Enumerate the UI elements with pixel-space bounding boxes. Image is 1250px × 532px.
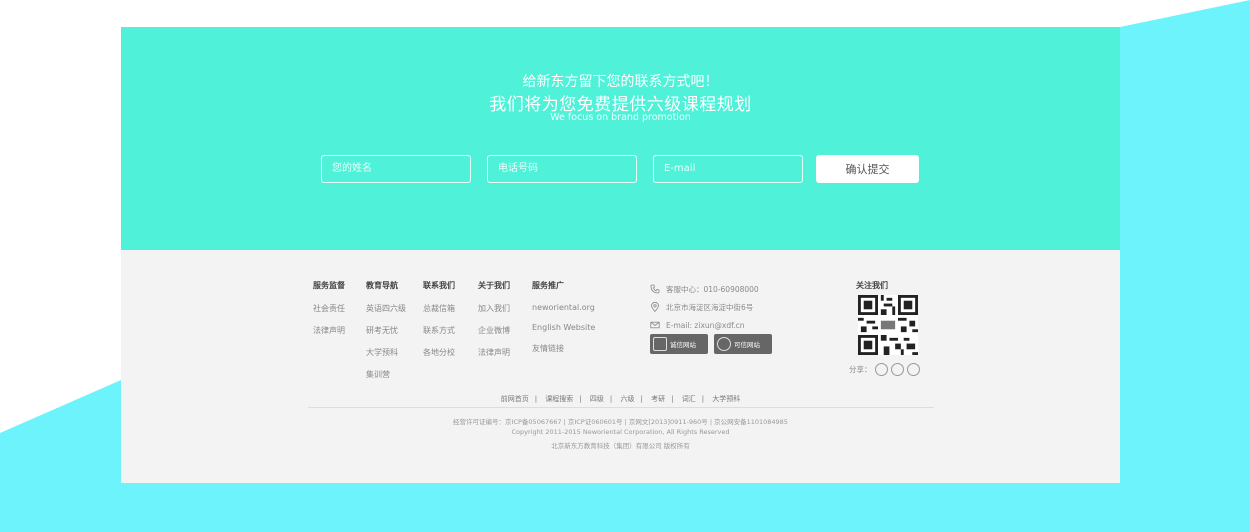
footer: 服务监督 社会责任 法律声明 教育导航 英语四六级 研考无忧 大学预科 集训营 … [121, 250, 1120, 483]
footer-link[interactable]: 社会责任 [313, 303, 345, 314]
weibo-icon[interactable] [874, 363, 888, 376]
tencent-icon[interactable] [890, 363, 904, 376]
column-head: 教育导航 [366, 280, 398, 290]
footer-column-education: 教育导航 英语四六级 研考无忧 大学预科 集训营 [366, 280, 406, 391]
share-bar: 分享： [849, 363, 920, 376]
footer-link[interactable]: 企业微博 [478, 325, 510, 336]
contact-info: 客服中心：010-60908000 北京市海淀区海淀中街6号 E-mail: z… [650, 280, 759, 334]
footer-link[interactable]: 法律声明 [313, 325, 345, 336]
contact-email-text: E-mail: zixun@xdf.cn [666, 320, 745, 330]
footer-nav-links: 前网首页 | 课程搜索 | 四级 | 六级 | 考研 | 词汇 | 大学预科 [500, 395, 741, 403]
footer-link[interactable]: 友情链接 [532, 343, 595, 354]
footer-divider [308, 407, 934, 408]
footer-link[interactable]: 联系方式 [423, 325, 455, 336]
footer-nav-link[interactable]: 课程搜索 [545, 395, 573, 403]
contact-address: 北京市海淀区海淀中街6号 [650, 298, 759, 316]
follow-us-label: 关注我们 [856, 280, 888, 290]
trust-badges: 诚信网站 可信网站 [650, 334, 772, 354]
footer-link[interactable]: English Website [532, 323, 595, 332]
contact-email: E-mail: zixun@xdf.cn [650, 316, 759, 334]
footer-link[interactable]: 总裁信箱 [423, 303, 455, 314]
verified-icon [717, 337, 731, 351]
phone-input[interactable] [487, 155, 637, 183]
footer-nav-link[interactable]: 前网首页 [501, 395, 529, 403]
hero-line-1: 给新东方留下您的联系方式吧！ [522, 74, 719, 90]
star-icon[interactable] [906, 363, 920, 376]
content-card: 给新东方留下您的联系方式吧！ 我们将为您免费提供六级课程规划 We focus … [121, 27, 1120, 483]
mail-icon [650, 321, 660, 329]
footer-nav-link[interactable]: 六级 [621, 395, 635, 403]
hero-line-3: We focus on brand promotion [550, 112, 691, 123]
contact-phone-text: 客服中心：010-60908000 [666, 284, 759, 294]
shield-icon [653, 337, 667, 351]
contact-address-text: 北京市海淀区海淀中街6号 [666, 302, 754, 312]
license-text: 经营许可证编号：京ICP备05067667 | 京ICP证060601号 | 京… [453, 418, 788, 426]
footer-link[interactable]: 加入我们 [478, 303, 510, 314]
footer-column-contact: 联系我们 总裁信箱 联系方式 各地分校 [423, 280, 455, 369]
share-label: 分享： [849, 365, 872, 374]
qr-code-icon [858, 295, 918, 355]
column-head: 联系我们 [423, 280, 455, 290]
footer-nav-link[interactable]: 考研 [651, 395, 665, 403]
footer-column-about: 关于我们 加入我们 企业微博 法律声明 [478, 280, 510, 369]
footer-nav-link[interactable]: 词汇 [682, 395, 696, 403]
footer-link[interactable]: 各地分校 [423, 347, 455, 358]
credit-site-badge[interactable]: 诚信网站 [650, 334, 708, 354]
column-head: 关于我们 [478, 280, 510, 290]
footer-column-service: 服务监督 社会责任 法律声明 [313, 280, 345, 347]
contact-phone: 客服中心：010-60908000 [650, 280, 759, 298]
submit-button[interactable]: 确认提交 [816, 155, 919, 183]
email-input[interactable] [653, 155, 803, 183]
footer-nav-link[interactable]: 四级 [590, 395, 604, 403]
location-pin-icon [651, 302, 659, 312]
footer-nav-link[interactable]: 大学预科 [712, 395, 740, 403]
column-head: 服务推广 [532, 280, 564, 290]
footer-link[interactable]: 法律声明 [478, 347, 510, 358]
phone-icon [650, 284, 660, 294]
copyright-text: Copyright 2011-2015 Neworiental Corporat… [511, 428, 730, 436]
name-input[interactable] [321, 155, 471, 183]
column-head: 服务监督 [313, 280, 345, 290]
footer-column-promotion: 服务推广 neworiental.org English Website 友情链… [532, 280, 595, 365]
footer-link[interactable]: neworiental.org [532, 303, 595, 312]
footer-link[interactable]: 集训营 [366, 369, 406, 380]
trusted-site-badge[interactable]: 可信网站 [714, 334, 772, 354]
footer-link[interactable]: 大学预科 [366, 347, 406, 358]
footer-link[interactable]: 英语四六级 [366, 303, 406, 314]
company-text: 北京新东方教育科技（集团）有限公司 版权所有 [551, 442, 690, 450]
contact-hero: 给新东方留下您的联系方式吧！ 我们将为您免费提供六级课程规划 We focus … [121, 27, 1120, 250]
footer-link[interactable]: 研考无忧 [366, 325, 406, 336]
